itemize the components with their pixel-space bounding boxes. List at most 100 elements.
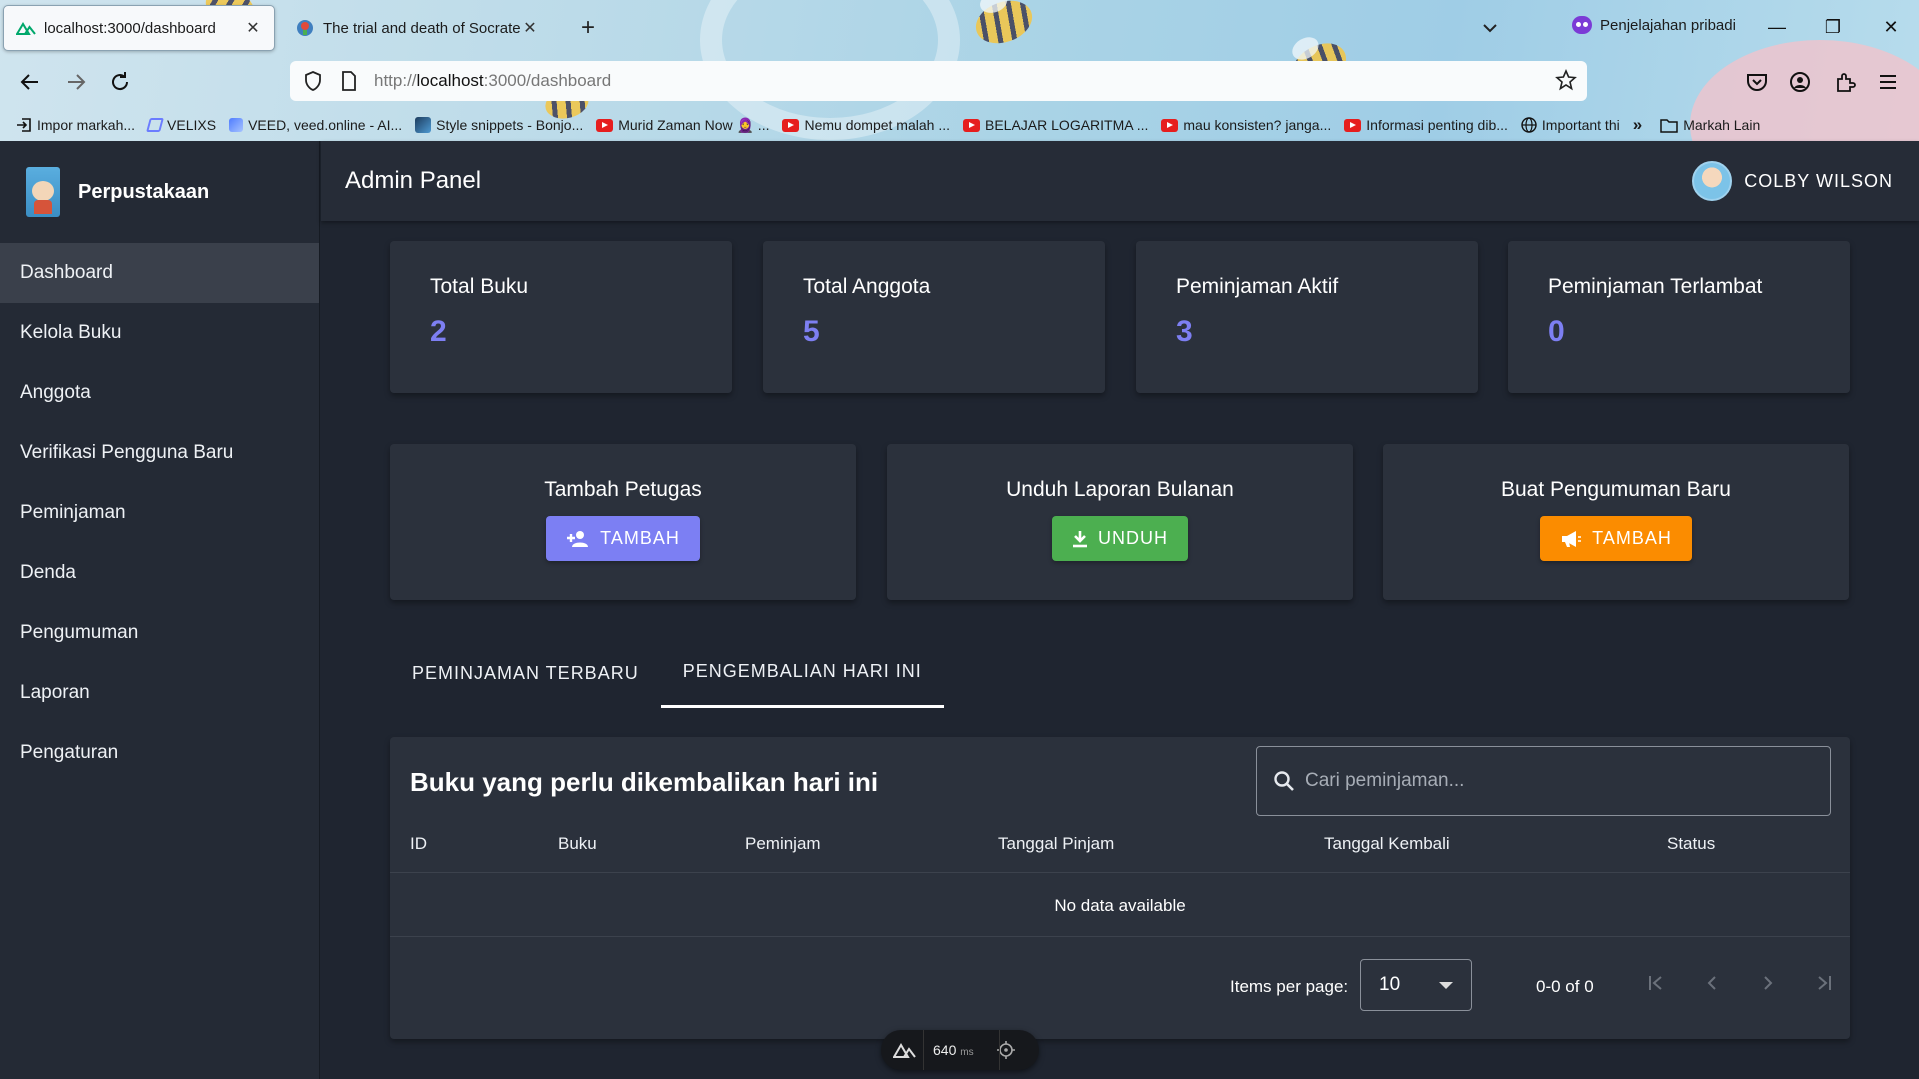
- sidebar-item-verifikasi[interactable]: Verifikasi Pengguna Baru: [0, 423, 319, 483]
- forward-button[interactable]: [60, 66, 92, 98]
- empty-state: No data available: [390, 874, 1850, 937]
- button-label: TAMBAH: [600, 528, 680, 548]
- bookmark-item[interactable]: VELIXS: [146, 117, 216, 133]
- bookmark-item[interactable]: VEED, veed.online - AI...: [229, 117, 402, 133]
- render-time-unit: ms: [960, 1047, 974, 1058]
- bookmark-label: Murid Zaman Now 🧕 ...: [618, 116, 770, 133]
- double-chevron-right-icon: »: [1632, 115, 1643, 134]
- render-time: 640 ms: [933, 1042, 974, 1058]
- bookmark-item[interactable]: Impor markah...: [16, 117, 135, 133]
- search-field[interactable]: [1256, 746, 1831, 816]
- brand: Perpustakaan: [0, 141, 319, 243]
- bookmark-item[interactable]: Important thi: [1521, 117, 1620, 133]
- button-label: UNDUH: [1098, 528, 1168, 548]
- bookmark-item[interactable]: Nemu dompet malah ...: [782, 117, 950, 133]
- stat-card-peminjaman-aktif: Peminjaman Aktif 3: [1136, 241, 1478, 393]
- bookmark-item[interactable]: Murid Zaman Now 🧕 ...: [596, 117, 769, 134]
- sidebar-item-laporan[interactable]: Laporan: [0, 663, 319, 723]
- items-per-page-label: Items per page:: [1230, 977, 1349, 996]
- private-browsing-indicator: Penjelajahan pribadi: [1572, 16, 1736, 34]
- menu-icon[interactable]: [1873, 67, 1903, 97]
- page-title: Admin Panel: [345, 167, 482, 194]
- address-bar[interactable]: http://localhost:3000/dashboard: [290, 61, 1587, 101]
- bookmark-item[interactable]: Style snippets - Bonjo...: [415, 117, 583, 133]
- sidebar-item-anggota[interactable]: Anggota: [0, 363, 319, 423]
- previous-page-button[interactable]: [1692, 963, 1732, 1003]
- sidebar-item-kelola-buku[interactable]: Kelola Buku: [0, 303, 319, 363]
- bookmark-star-icon[interactable]: [1555, 68, 1577, 96]
- column-header-peminjam[interactable]: Peminjam: [745, 834, 821, 854]
- sidebar-item-dashboard[interactable]: Dashboard: [0, 243, 319, 303]
- bookmark-item[interactable]: mau konsisten? janga...: [1161, 117, 1331, 133]
- items-per-page-select[interactable]: 10: [1360, 959, 1472, 1011]
- sidebar-item-denda[interactable]: Denda: [0, 543, 319, 603]
- reload-icon: [112, 72, 129, 91]
- megaphone-icon: [1560, 530, 1582, 548]
- bookmark-item[interactable]: Informasi penting dib...: [1344, 117, 1508, 133]
- extensions-icon[interactable]: [1830, 67, 1860, 97]
- browser-tab-socrates[interactable]: The trial and death of Socrates ✕: [283, 5, 551, 51]
- new-tab-button[interactable]: +: [576, 14, 600, 42]
- bookmark-label: Markah Lain: [1683, 117, 1761, 133]
- add-announcement-button[interactable]: TAMBAH: [1540, 516, 1692, 561]
- items-per-page-value: 10: [1379, 974, 1401, 995]
- browser-tab-dashboard[interactable]: localhost:3000/dashboard ✕: [3, 5, 275, 51]
- action-card-buat-pengumuman: Buat Pengumuman Baru TAMBAH: [1383, 444, 1849, 600]
- stat-card-peminjaman-terlambat: Peminjaman Terlambat 0: [1508, 241, 1850, 393]
- stat-value: 5: [803, 315, 820, 348]
- column-header-status[interactable]: Status: [1667, 834, 1715, 854]
- sidebar-item-pengumuman[interactable]: Pengumuman: [0, 603, 319, 663]
- close-tab-icon[interactable]: ✕: [521, 18, 539, 38]
- first-page-icon: [1649, 976, 1662, 990]
- bookmark-label: Style snippets - Bonjo...: [436, 117, 584, 133]
- render-time-value: 640: [933, 1042, 957, 1058]
- minimize-button[interactable]: —: [1762, 12, 1792, 42]
- close-tab-icon[interactable]: ✕: [244, 18, 262, 38]
- column-header-buku[interactable]: Buku: [558, 834, 597, 854]
- nuxt-logo-icon[interactable]: [893, 1042, 917, 1058]
- add-staff-button[interactable]: TAMBAH: [546, 516, 700, 561]
- bonjo-icon: [415, 117, 432, 133]
- close-window-button[interactable]: ✕: [1876, 12, 1906, 42]
- url-prefix: http://: [374, 71, 417, 90]
- other-bookmarks-folder[interactable]: Markah Lain: [1660, 117, 1760, 133]
- column-header-tanggal-pinjam[interactable]: Tanggal Pinjam: [998, 834, 1114, 854]
- account-icon[interactable]: [1785, 67, 1815, 97]
- tab-pengembalian-hari-ini[interactable]: PENGEMBALIAN HARI INI: [660, 638, 944, 708]
- veed-icon: [229, 118, 244, 132]
- last-page-button[interactable]: [1804, 963, 1844, 1003]
- bookmark-item[interactable]: BELAJAR LOGARITMA ...: [963, 117, 1148, 133]
- search-input[interactable]: [1305, 770, 1785, 792]
- more-bookmarks-button[interactable]: »: [1633, 115, 1642, 135]
- list-tabs-button[interactable]: [1478, 14, 1502, 42]
- back-button[interactable]: [14, 66, 46, 98]
- bookmark-label: BELAJAR LOGARITMA ...: [985, 117, 1149, 133]
- private-label: Penjelajahan pribadi: [1600, 16, 1736, 34]
- stat-value: 3: [1176, 315, 1193, 348]
- divider: [999, 1030, 1000, 1070]
- bookmarks-toolbar: Impor markah... VELIXS VEED, veed.online…: [0, 110, 1919, 140]
- reload-button[interactable]: [104, 66, 136, 98]
- first-page-button[interactable]: [1636, 963, 1676, 1003]
- page-info-icon[interactable]: [338, 70, 360, 92]
- stat-card-total-anggota: Total Anggota 5: [763, 241, 1105, 393]
- sidebar-item-peminjaman[interactable]: Peminjaman: [0, 483, 319, 543]
- download-report-button[interactable]: UNDUH: [1052, 516, 1188, 561]
- pocket-icon[interactable]: [1742, 67, 1772, 97]
- sidebar-item-pengaturan[interactable]: Pengaturan: [0, 723, 319, 783]
- column-header-tanggal-kembali[interactable]: Tanggal Kembali: [1324, 834, 1450, 854]
- tab-peminjaman-terbaru[interactable]: PEMINJAMAN TERBARU: [390, 638, 661, 708]
- youtube-icon: [1344, 118, 1362, 132]
- user-menu[interactable]: COLBY WILSON: [1692, 161, 1893, 201]
- divider: [923, 1030, 924, 1070]
- shield-icon[interactable]: [302, 70, 324, 92]
- caret-down-icon: [1439, 982, 1453, 989]
- devtools-bar[interactable]: 640 ms: [881, 1030, 1039, 1070]
- search-icon: [1273, 770, 1295, 792]
- chevron-right-icon: [1764, 976, 1773, 990]
- next-page-button[interactable]: [1748, 963, 1788, 1003]
- stat-label: Peminjaman Terlambat: [1548, 275, 1763, 298]
- restore-button[interactable]: ❐: [1818, 12, 1848, 42]
- button-label: TAMBAH: [1592, 528, 1672, 548]
- column-header-id[interactable]: ID: [410, 834, 427, 854]
